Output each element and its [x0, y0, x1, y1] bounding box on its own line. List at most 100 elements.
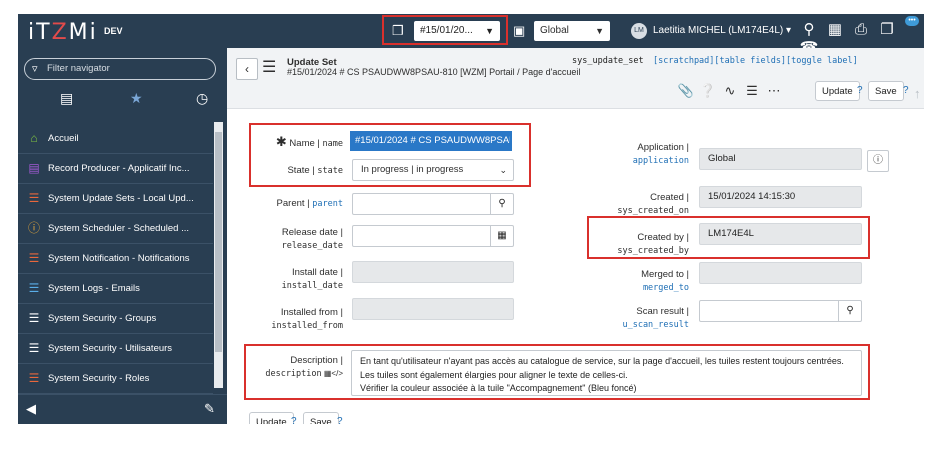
logo-text-end: Mi — [68, 20, 98, 45]
record-name: #15/01/2024 # CS PSAUDWW8PSAU-810 [WZM] … — [287, 67, 581, 77]
update-set-value: #15/01/20... — [420, 25, 473, 36]
footer-save-button[interactable]: Save — [303, 412, 339, 424]
sidebar-item-users[interactable]: ☰ System Security - Utilisateurs — [18, 334, 213, 364]
install-date-label: Install date | install_date — [247, 266, 343, 293]
collapse-icon[interactable]: ◀ — [26, 401, 36, 417]
parent-input[interactable]: ⚲ — [352, 193, 514, 215]
app-window: iTZMi DEV ❒ #15/01/20... ▼ ▣ Global ▼ LM L… — [18, 14, 924, 424]
logo[interactable]: iTZMi — [28, 20, 98, 45]
sidebar-item-update-sets[interactable]: ☰ System Update Sets - Local Upd... — [18, 184, 213, 214]
created-label: Created | sys_created_on — [587, 191, 689, 218]
list-icon: ☰ — [28, 311, 40, 325]
merged-label-text: Merged to | — [641, 269, 689, 280]
arrow-up-icon[interactable]: ↑ — [914, 86, 921, 101]
list-icon: ☰ — [28, 281, 40, 295]
chevron-down-icon: ▾ — [786, 25, 792, 36]
user-menu[interactable]: Laetitia MICHEL (LM174E4L) ▾ — [653, 25, 791, 36]
release-field-name: release_date — [281, 241, 343, 251]
merged-field-name[interactable]: merged_to — [643, 283, 689, 293]
highlight-created-by — [587, 216, 870, 259]
update-button[interactable]: Update — [815, 81, 860, 101]
application-field-name[interactable]: application — [633, 156, 689, 166]
application-label-text: Application | — [637, 142, 689, 153]
sidebar-scrollbar[interactable] — [214, 122, 223, 388]
chevron-left-icon: ‹ — [245, 62, 249, 76]
scan-result-input[interactable]: ⚲ — [699, 300, 862, 322]
chevron-down-icon: ▼ — [485, 26, 494, 36]
window-icon[interactable]: ❐ — [874, 20, 900, 38]
grid-icon[interactable]: ▦ — [822, 20, 848, 38]
sidebar-item-roles[interactable]: ☰ System Security - Roles — [18, 364, 213, 394]
update-set-picker: ❒ #15/01/20... ▼ — [382, 15, 508, 45]
logo-text: iT — [28, 20, 52, 45]
settings-sliders-icon[interactable]: ☰ — [741, 83, 763, 99]
history-tab-icon[interactable]: ◷ — [196, 90, 208, 107]
created-label-text: Created | — [650, 192, 689, 203]
sidebar-item-record-producer[interactable]: ▤ Record Producer - Applicatif Inc... — [18, 154, 213, 184]
sidebar-item-label: System Notification - Notifications — [48, 253, 190, 264]
sidebar-item-emails[interactable]: ☰ System Logs - Emails — [18, 274, 213, 304]
install-field-name: install_date — [281, 281, 343, 291]
filter-navigator-input[interactable]: ▿ Filter navigator — [24, 58, 216, 80]
favorites-tab-icon[interactable]: ★ — [130, 90, 143, 107]
list-icon: ☰ — [28, 191, 40, 205]
sidebar-tabs: ▤ ★ ◷ — [18, 86, 227, 116]
parent-label: Parent | parent — [247, 197, 343, 211]
highlight-description — [244, 344, 870, 400]
form-icon: ▤ — [28, 161, 40, 175]
merged-to-input — [699, 262, 862, 284]
all-apps-tab-icon[interactable]: ▤ — [60, 90, 73, 107]
logo-z: Z — [51, 20, 69, 45]
created-input: 15/01/2024 14:15:30 — [699, 186, 862, 208]
braces-icon[interactable]: ⎙ — [848, 21, 874, 38]
highlight-name-state — [249, 123, 531, 187]
footer-update-button[interactable]: Update — [249, 412, 294, 424]
save-help-link[interactable]: ? — [903, 85, 909, 96]
sidebar-item-groups[interactable]: ☰ System Security - Groups — [18, 304, 213, 334]
search-icon[interactable]: ⚲ — [490, 194, 513, 214]
info-icon: ⓘ — [27, 221, 40, 235]
form-header: ‹ ☰ Update Set #15/01/2024 # CS PSAUDWW8… — [227, 48, 924, 109]
save-button[interactable]: Save — [868, 81, 904, 101]
scan-field-name[interactable]: u_scan_result — [622, 320, 689, 330]
environment-label: DEV — [104, 26, 123, 36]
sidebar-item-accueil[interactable]: ⌂ Accueil — [18, 124, 213, 154]
context-menu-icon[interactable]: ☰ — [262, 57, 276, 77]
header-icons: 📎 ❔ ∿ ☰ ⋯ — [675, 83, 785, 99]
sidebar-item-label: Record Producer - Applicatif Inc... — [48, 163, 190, 174]
help-icon[interactable]: ❔ — [697, 83, 719, 99]
back-button[interactable]: ‹ — [236, 58, 258, 80]
search-icon[interactable]: ⚲ — [796, 20, 822, 38]
update-help-link[interactable]: ? — [857, 85, 863, 96]
table-links[interactable]: [scratchpad][table fields][toggle label] — [653, 56, 858, 66]
scan-label-text: Scan result | — [636, 306, 689, 317]
list-icon: ☰ — [28, 251, 40, 265]
edit-icon[interactable]: ✎ — [204, 401, 215, 417]
sidebar-item-label: System Update Sets - Local Upd... — [48, 193, 194, 204]
application-scope-select[interactable]: Global ▼ — [534, 21, 610, 41]
footer-save-help-link[interactable]: ? — [337, 416, 343, 424]
sidebar-item-label: System Security - Roles — [48, 373, 150, 384]
release-date-input[interactable]: ▦ — [352, 225, 514, 247]
top-bar: iTZMi DEV ❒ #15/01/20... ▼ ▣ Global ▼ LM L… — [18, 14, 924, 56]
installed-from-label: Installed from | installed_from — [247, 306, 343, 333]
update-set-select[interactable]: #15/01/20... ▼ — [414, 21, 500, 41]
sidebar-item-notifications[interactable]: ☰ System Notification - Notifications — [18, 244, 213, 274]
info-icon[interactable]: ⓘ — [867, 150, 889, 172]
parent-field-name[interactable]: parent — [312, 199, 343, 209]
release-date-label: Release date | release_date — [247, 226, 343, 253]
activity-icon[interactable]: ∿ — [719, 83, 741, 99]
scrollbar-thumb[interactable] — [215, 132, 222, 352]
footer-update-help-link[interactable]: ? — [291, 416, 297, 424]
application-input: Global — [699, 148, 862, 170]
avatar[interactable]: LM — [631, 23, 647, 39]
more-icon[interactable]: ⋯ — [763, 83, 785, 99]
install-date-input — [352, 261, 514, 283]
sidebar-item-scheduler[interactable]: ⓘ System Scheduler - Scheduled ... — [18, 214, 213, 244]
sidebar-item-label: System Logs - Emails — [48, 283, 140, 294]
search-icon[interactable]: ⚲ — [838, 301, 861, 321]
calendar-icon[interactable]: ▦ — [490, 226, 513, 246]
attachment-icon[interactable]: 📎 — [675, 83, 697, 99]
home-icon: ⌂ — [30, 131, 38, 145]
scope-value: Global — [540, 25, 569, 36]
